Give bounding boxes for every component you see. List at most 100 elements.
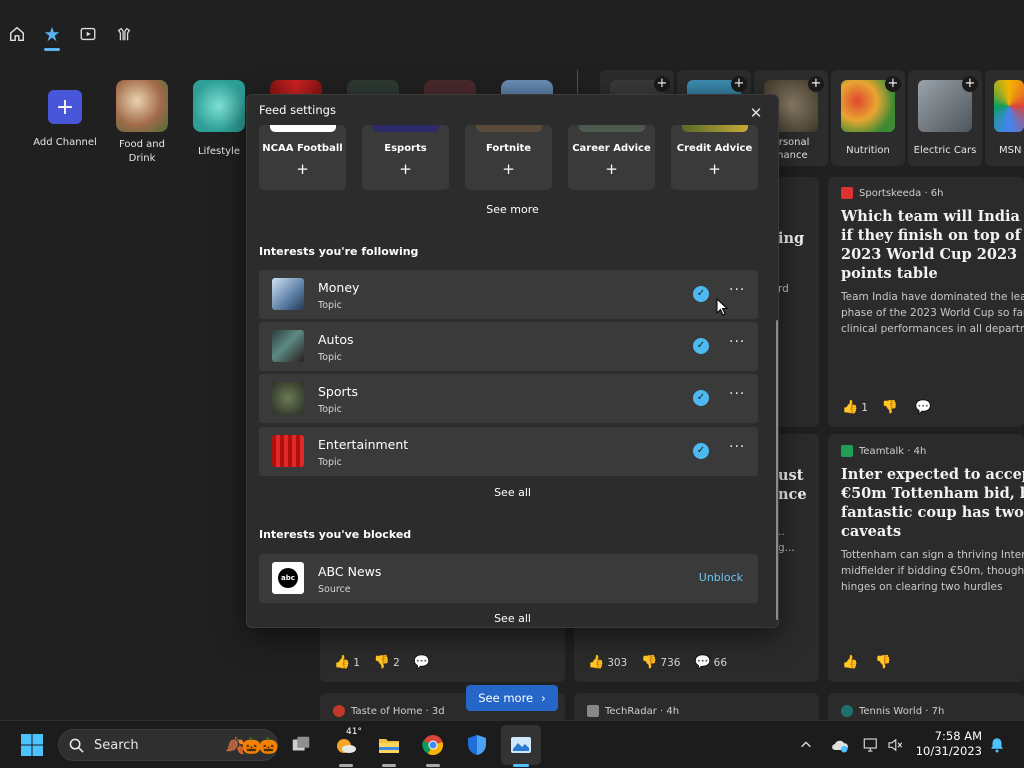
add-topic-plus-icon[interactable]: + (362, 160, 449, 178)
blocked-section-header: Interests you've blocked (259, 528, 412, 541)
blocked-name: ABC News (318, 564, 382, 579)
more-options-icon[interactable]: ··· (729, 282, 745, 298)
weather-temperature: 41° (346, 727, 362, 737)
plus-icon[interactable]: + (731, 76, 747, 92)
suggested-topic-esports[interactable]: Esports + (362, 125, 449, 190)
topic-label: MSN (999, 145, 1022, 156)
following-check-icon[interactable]: ✓ (693, 286, 709, 302)
add-topic-plus-icon[interactable]: + (465, 160, 552, 178)
task-view-icon[interactable] (287, 731, 315, 759)
add-channel[interactable]: + Add Channel (32, 80, 98, 150)
unblock-button[interactable]: Unblock (699, 571, 743, 584)
following-row-sports[interactable]: Sports Topic ✓ ··· (259, 374, 758, 423)
card-source: Teamtalk · 4h (841, 445, 1012, 457)
notification-bell-icon[interactable] (983, 731, 1011, 759)
suggested-topic-ncaa-football[interactable]: NCAA Football + (259, 125, 346, 190)
following-section-header: Interests you're following (259, 245, 419, 258)
dislike-button[interactable]: 👎 736 (641, 655, 680, 670)
following-check-icon[interactable]: ✓ (693, 390, 709, 406)
following-check-icon[interactable]: ✓ (693, 338, 709, 354)
dislike-icon[interactable]: 👎 (875, 655, 891, 670)
following-see-all-link[interactable]: See all (247, 486, 778, 499)
suggested-topic-career-advice[interactable]: Career Advice + (568, 125, 655, 190)
like-button[interactable]: 👍 1 (334, 655, 360, 670)
dislike-button[interactable]: 👎 2 (374, 655, 400, 670)
taskbar-clock[interactable]: 7:58 AM 10/31/2023 (914, 729, 982, 759)
chevron-up-icon[interactable] (792, 731, 820, 759)
see-more-button[interactable]: See more › (466, 685, 558, 711)
plus-icon[interactable]: + (654, 76, 670, 92)
close-icon[interactable]: ✕ (748, 105, 764, 121)
suggested-topic-credit-advice[interactable]: Credit Advice + (671, 125, 758, 190)
plus-icon[interactable]: + (885, 76, 901, 92)
like-button[interactable]: 👍 303 (588, 655, 627, 670)
card-headline[interactable]: Inter expected to accept €50m Tottenham … (841, 465, 1024, 541)
video-icon[interactable] (76, 22, 100, 46)
more-options-icon[interactable]: ··· (729, 439, 745, 455)
volume-muted-icon[interactable] (881, 731, 909, 759)
comment-icon[interactable]: 💬 (915, 400, 931, 415)
suggested-topic-fortnite[interactable]: Fortnite + (465, 125, 552, 190)
following-check-icon[interactable]: ✓ (693, 443, 709, 459)
plus-icon[interactable]: + (48, 90, 82, 124)
following-row-money[interactable]: Money Topic ✓ ··· (259, 270, 758, 319)
channel-lifestyle[interactable]: Lifestyle (186, 80, 252, 159)
abc-news-logo-icon: abc (272, 562, 304, 594)
file-explorer-icon[interactable] (375, 731, 403, 759)
interest-name: Money (318, 280, 360, 295)
chrome-icon[interactable] (419, 731, 447, 759)
following-row-autos[interactable]: Autos Topic ✓ ··· (259, 322, 758, 371)
dislike-icon[interactable]: 👎 (882, 400, 898, 415)
interest-name: Entertainment (318, 437, 409, 452)
following-row-entertainment[interactable]: Entertainment Topic ✓ ··· (259, 427, 758, 476)
news-card-sportskeeda[interactable]: Sportskeeda · 6h Which team will India f… (828, 177, 1024, 427)
interest-name: Autos (318, 332, 354, 347)
add-topic-plus-icon[interactable]: + (259, 160, 346, 178)
topic-label: Career Advice (572, 143, 651, 154)
taskbar-search[interactable]: Search 🍂🎃🎃 (58, 729, 279, 761)
search-icon (69, 738, 84, 753)
topic-label: NCAA Football (262, 143, 343, 154)
blocked-see-all-link[interactable]: See all (247, 612, 778, 625)
add-topic-plus-icon[interactable]: + (671, 160, 758, 178)
news-card-teamtalk[interactable]: Teamtalk · 4h Inter expected to accept €… (828, 434, 1024, 682)
plus-icon[interactable]: + (962, 76, 978, 92)
like-button[interactable]: 👍 1 (842, 400, 868, 415)
onedrive-cloud-icon[interactable] (826, 731, 854, 759)
windows-start-icon[interactable] (18, 731, 46, 759)
card-summary: .. g... (778, 526, 795, 554)
card-summary: rd (778, 283, 789, 295)
news-widget-icon[interactable] (507, 731, 535, 759)
more-options-icon[interactable]: ··· (729, 386, 745, 402)
add-topic-plus-icon[interactable]: + (568, 160, 655, 178)
card-headline: ust nce (778, 467, 807, 503)
defender-shield-icon[interactable] (463, 731, 491, 759)
news-card-tennis-world[interactable]: Tennis World · 7h (828, 693, 1024, 723)
food-thumbnail (116, 80, 168, 132)
topic-tile-electric-cars[interactable]: + Electric Cars (908, 70, 982, 166)
channel-food-and-drink[interactable]: Food and Drink (109, 80, 175, 166)
games-icon[interactable] (112, 22, 136, 46)
see-more-topics-link[interactable]: See more (247, 203, 778, 216)
dialog-scrollbar[interactable] (776, 320, 778, 620)
topic-image (681, 125, 748, 132)
active-tab-indicator (44, 48, 60, 51)
plus-icon[interactable]: + (808, 76, 824, 92)
more-options-icon[interactable]: ··· (729, 334, 745, 350)
card-summary: Tottenham can sign a thriving Inter midf… (841, 549, 1024, 593)
topic-label: Fortnite (485, 143, 532, 154)
blocked-row-abc-news[interactable]: abc ABC News Source Unblock (259, 554, 758, 603)
card-source: Sportskeeda · 6h (841, 187, 1012, 199)
news-card-techradar[interactable]: TechRadar · 4h (574, 693, 819, 723)
widgets-weather-icon[interactable]: 41° (332, 727, 362, 759)
topic-label: Nutrition (846, 145, 890, 156)
card-reactions: 👍 1 👎 2 💬 (334, 655, 433, 670)
card-headline[interactable]: Which team will India face if they finis… (841, 207, 1024, 283)
comment-icon[interactable]: 💬 (414, 655, 430, 670)
following-star-icon[interactable] (40, 22, 64, 46)
home-icon[interactable] (5, 22, 29, 46)
topic-tile-msn[interactable]: MSN (985, 70, 1024, 166)
topic-tile-nutrition[interactable]: + Nutrition (831, 70, 905, 166)
comment-button[interactable]: 💬 66 (694, 655, 727, 670)
like-icon[interactable]: 👍 (842, 655, 858, 670)
